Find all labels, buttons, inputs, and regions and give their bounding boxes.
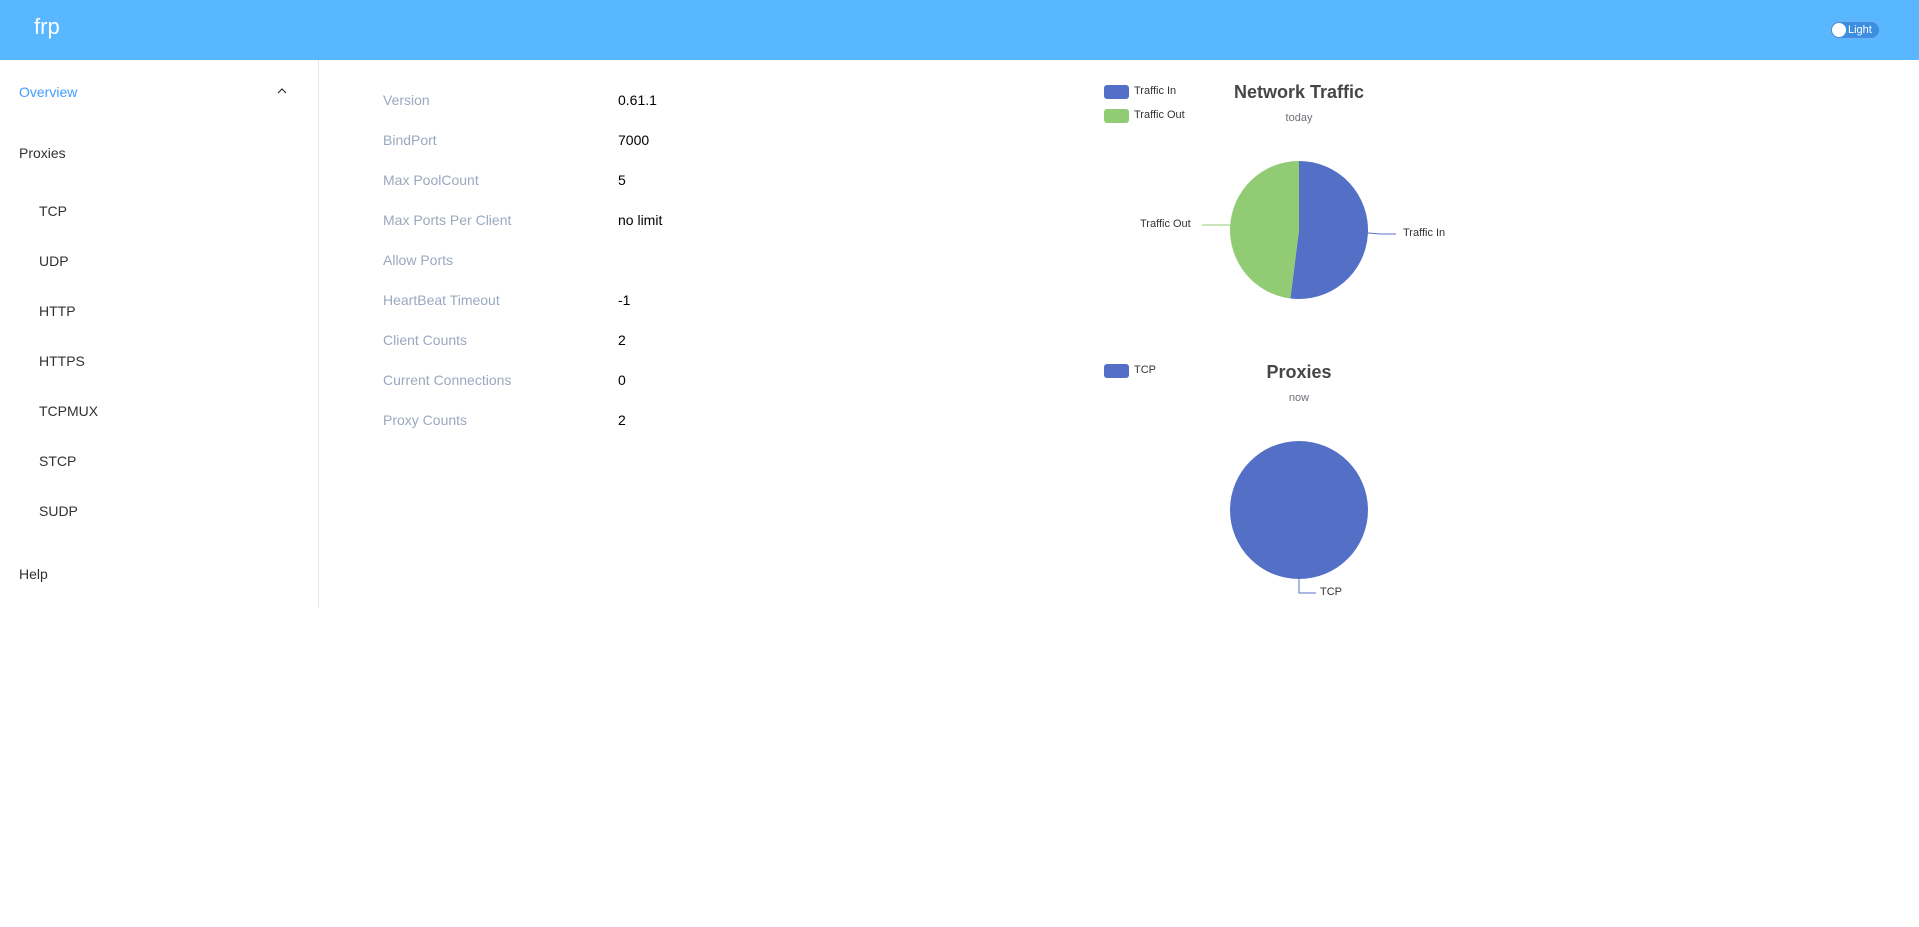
pie-slice-tcp[interactable] <box>1230 441 1368 579</box>
sidebar-item-tcp[interactable]: TCP <box>39 203 67 219</box>
sidebar-item-tcpmux[interactable]: TCPMUX <box>39 403 98 419</box>
toggle-knob <box>1832 23 1846 37</box>
chart-subtitle: now <box>1288 392 1310 404</box>
info-value: 2 <box>618 332 626 348</box>
info-value: 0.61.1 <box>618 92 657 108</box>
sidebar-item-https[interactable]: HTTPS <box>39 353 85 369</box>
label-line-tcp <box>1298 579 1316 594</box>
info-value: 0 <box>618 372 626 388</box>
sidebar-item-proxies[interactable]: Proxies <box>19 145 66 161</box>
sidebar-item-udp[interactable]: UDP <box>39 253 69 269</box>
label-line-traffic-in <box>1367 232 1396 235</box>
sidebar: Overview Proxies TCP UDP HTTP HTTPS TCPM… <box>0 60 319 608</box>
info-value: 5 <box>618 172 626 188</box>
sidebar-item-help[interactable]: Help <box>19 566 48 582</box>
theme-toggle[interactable]: Light <box>1830 21 1880 39</box>
sidebar-item-stcp[interactable]: STCP <box>39 453 76 469</box>
info-value: 7000 <box>618 132 650 148</box>
legend-swatch-traffic-out[interactable] <box>1104 109 1129 123</box>
chevron-up-icon[interactable] <box>277 86 287 96</box>
slice-label-traffic-in: Traffic In <box>1403 227 1446 239</box>
proxies-pie <box>1230 441 1368 594</box>
info-label: Version <box>383 92 430 108</box>
slice-label-traffic-out: Traffic Out <box>1140 218 1191 230</box>
pie-slice-traffic-out[interactable] <box>1230 161 1299 299</box>
info-label: Max Ports Per Client <box>383 212 512 228</box>
legend-swatch-tcp[interactable] <box>1104 364 1129 378</box>
chart-title: Network Traffic <box>1233 82 1365 102</box>
info-label: Client Counts <box>383 332 468 348</box>
info-label: HeartBeat Timeout <box>383 292 500 308</box>
info-label: BindPort <box>383 132 437 148</box>
legend-swatch-traffic-in[interactable] <box>1104 85 1129 99</box>
info-label: Current Connections <box>383 372 512 388</box>
slice-label-tcp: TCP <box>1320 586 1342 598</box>
top-header: frp Light <box>0 0 1919 60</box>
info-label: Max PoolCount <box>383 172 479 188</box>
chart-subtitle: today <box>1285 112 1313 124</box>
sidebar-item-overview[interactable]: Overview <box>19 84 77 100</box>
pie-slice-traffic-in[interactable] <box>1290 161 1368 299</box>
info-label: Proxy Counts <box>383 412 468 428</box>
chart-title: Proxies <box>1266 362 1332 382</box>
brand-logo[interactable]: frp <box>34 14 60 40</box>
sidebar-item-sudp[interactable]: SUDP <box>39 503 78 519</box>
info-value: no limit <box>618 212 663 228</box>
sidebar-item-http[interactable]: HTTP <box>39 303 76 319</box>
info-value: 2 <box>618 412 626 428</box>
info-value: -1 <box>618 292 631 308</box>
info-label: Allow Ports <box>383 252 454 268</box>
theme-label: Light <box>1848 24 1872 36</box>
